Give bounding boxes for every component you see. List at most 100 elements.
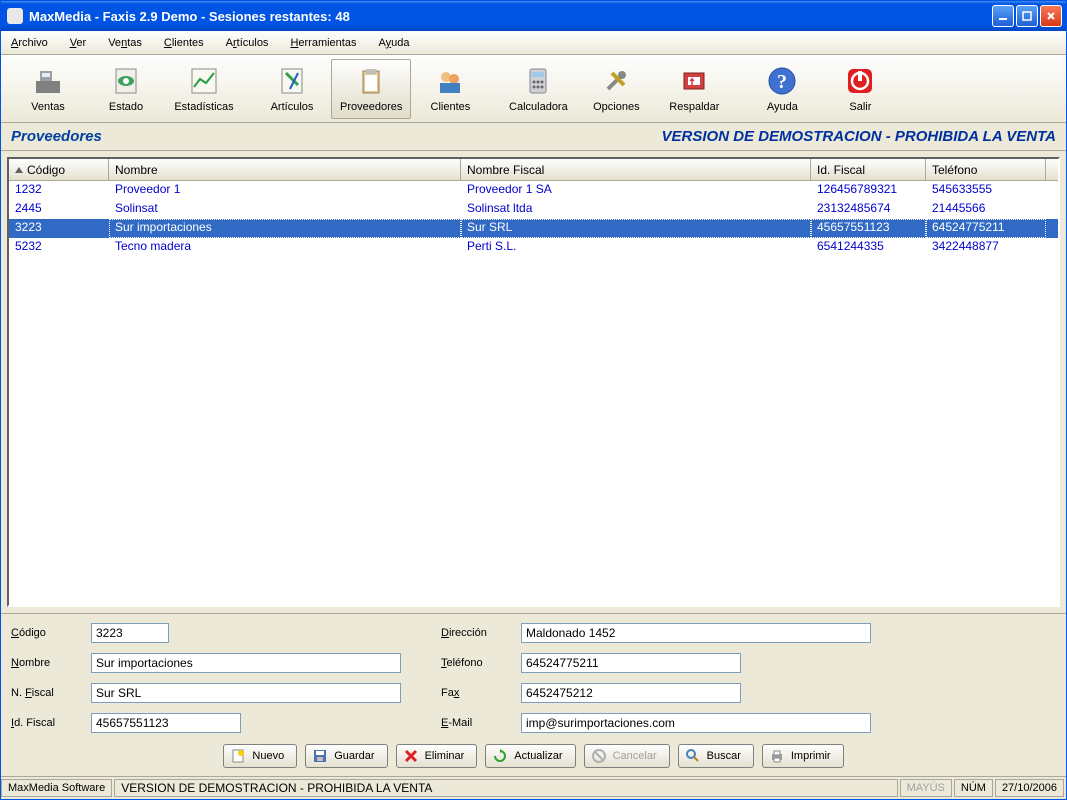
statusbar: MaxMedia Software VERSION DE DEMOSTRACIO… <box>1 777 1066 799</box>
tb-respaldar[interactable]: Respaldar <box>655 59 733 119</box>
cell-idfiscal: 6541244335 <box>811 238 926 257</box>
maximize-button[interactable] <box>1016 5 1038 27</box>
label-nombre: Nombre <box>11 657 83 669</box>
btn-buscar[interactable]: Buscar <box>678 744 754 768</box>
label-fax: Fax <box>441 687 513 699</box>
refresh-icon <box>492 748 508 764</box>
close-button[interactable] <box>1040 5 1062 27</box>
new-icon <box>230 748 246 764</box>
cell-idfiscal: 23132485674 <box>811 200 926 219</box>
window-controls <box>992 1 1066 31</box>
cell-telefono: 21445566 <box>926 200 1046 219</box>
backup-icon <box>678 65 710 97</box>
col-codigo[interactable]: Código <box>9 159 109 180</box>
tb-proveedores[interactable]: Proveedores <box>331 59 411 119</box>
status-num: NÚM <box>954 779 993 797</box>
menu-articulos[interactable]: Artículos <box>222 35 273 51</box>
label-idfiscal: Id. Fiscal <box>11 717 83 729</box>
status-mayus: MAYÚS <box>900 779 952 797</box>
svg-text:?: ? <box>777 71 787 93</box>
eye-document-icon <box>110 65 142 97</box>
table-row[interactable]: 3223Sur importacionesSur SRL456575511236… <box>9 219 1058 238</box>
app-window: MaxMedia - Faxis 2.9 Demo - Sesiones res… <box>0 0 1067 800</box>
input-codigo[interactable] <box>91 623 169 643</box>
col-telefono[interactable]: Teléfono <box>926 159 1046 180</box>
btn-guardar[interactable]: Guardar <box>305 744 387 768</box>
label-email: E-Mail <box>441 717 513 729</box>
save-icon <box>312 748 328 764</box>
table-row[interactable]: 5232Tecno maderaPerti S.L.65412443353422… <box>9 238 1058 257</box>
col-nombre[interactable]: Nombre <box>109 159 461 180</box>
col-nombrefiscal[interactable]: Nombre Fiscal <box>461 159 811 180</box>
tb-articulos[interactable]: Artículos <box>253 59 331 119</box>
input-fax[interactable] <box>521 683 741 703</box>
input-direccion[interactable] <box>521 623 871 643</box>
tb-estadisticas[interactable]: Estadísticas <box>165 59 243 119</box>
status-company: MaxMedia Software <box>1 779 112 797</box>
btn-actualizar[interactable]: Actualizar <box>485 744 575 768</box>
tb-opciones[interactable]: Opciones <box>577 59 655 119</box>
btn-eliminar[interactable]: Eliminar <box>396 744 478 768</box>
cell-codigo: 2445 <box>9 200 109 219</box>
grid-body[interactable]: 1232Proveedor 1Proveedor 1 SA12645678932… <box>9 181 1058 605</box>
tb-ayuda[interactable]: ?Ayuda <box>743 59 821 119</box>
cell-nombre: Solinsat <box>109 200 461 219</box>
delete-icon <box>403 748 419 764</box>
window-title: MaxMedia - Faxis 2.9 Demo - Sesiones res… <box>29 9 992 24</box>
grid-header: Código Nombre Nombre Fiscal Id. Fiscal T… <box>9 159 1058 181</box>
input-idfiscal[interactable] <box>91 713 241 733</box>
minimize-button[interactable] <box>992 5 1014 27</box>
cell-nombre: Sur importaciones <box>109 219 461 238</box>
btn-nuevo[interactable]: Nuevo <box>223 744 297 768</box>
toolbar: Ventas Estado Estadísticas Artículos Pro… <box>1 55 1066 123</box>
btn-cancelar[interactable]: Cancelar <box>584 744 670 768</box>
menu-ayuda[interactable]: Ayuda <box>374 35 413 51</box>
btn-imprimir[interactable]: Imprimir <box>762 744 844 768</box>
cell-telefono: 3422448877 <box>926 238 1046 257</box>
menubar: Archivo Ver Ventas Clientes Artículos He… <box>1 31 1066 55</box>
menu-herramientas[interactable]: Herramientas <box>286 35 360 51</box>
cell-nombrefiscal: Solinsat ltda <box>461 200 811 219</box>
cell-nombrefiscal: Proveedor 1 SA <box>461 181 811 200</box>
cell-codigo: 5232 <box>9 238 109 257</box>
section-title: Proveedores <box>11 128 102 145</box>
section-header: Proveedores VERSION DE DEMOSTRACION - PR… <box>1 123 1066 151</box>
sort-asc-icon <box>15 167 23 173</box>
col-idfiscal[interactable]: Id. Fiscal <box>811 159 926 180</box>
cash-register-icon <box>32 65 64 97</box>
notepmulticolumn-icon <box>276 65 308 97</box>
action-buttons: Nuevo Guardar Eliminar Actualizar Cancel… <box>1 738 1066 777</box>
tools-icon <box>600 65 632 97</box>
cell-nombre: Tecno madera <box>109 238 461 257</box>
data-grid: Código Nombre Nombre Fiscal Id. Fiscal T… <box>7 157 1060 607</box>
calculator-icon <box>522 65 554 97</box>
cell-nombrefiscal: Perti S.L. <box>461 238 811 257</box>
cell-codigo: 1232 <box>9 181 109 200</box>
input-email[interactable] <box>521 713 871 733</box>
tb-salir[interactable]: Salir <box>821 59 899 119</box>
menu-clientes[interactable]: Clientes <box>160 35 208 51</box>
menu-archivo[interactable]: Archivo <box>7 35 52 51</box>
label-nfiscal: N. Fiscal <box>11 687 83 699</box>
input-nfiscal[interactable] <box>91 683 401 703</box>
chart-icon <box>188 65 220 97</box>
label-codigo: Código <box>11 627 83 639</box>
cell-telefono: 64524775211 <box>926 219 1046 238</box>
tb-calculadora[interactable]: Calculadora <box>499 59 577 119</box>
input-nombre[interactable] <box>91 653 401 673</box>
detail-form: Código Nombre N. Fiscal Id. Fiscal Direc… <box>1 613 1066 738</box>
tb-ventas[interactable]: Ventas <box>9 59 87 119</box>
cancel-icon <box>591 748 607 764</box>
menu-ver[interactable]: Ver <box>66 35 91 51</box>
table-row[interactable]: 2445SolinsatSolinsat ltda231324856742144… <box>9 200 1058 219</box>
table-row[interactable]: 1232Proveedor 1Proveedor 1 SA12645678932… <box>9 181 1058 200</box>
cell-idfiscal: 45657551123 <box>811 219 926 238</box>
menu-ventas[interactable]: Ventas <box>104 35 146 51</box>
titlebar: MaxMedia - Faxis 2.9 Demo - Sesiones res… <box>1 1 1066 31</box>
search-icon <box>685 748 701 764</box>
tb-estado[interactable]: Estado <box>87 59 165 119</box>
input-telefono[interactable] <box>521 653 741 673</box>
status-date: 27/10/2006 <box>995 779 1064 797</box>
cell-telefono: 545633555 <box>926 181 1046 200</box>
tb-clientes[interactable]: Clientes <box>411 59 489 119</box>
